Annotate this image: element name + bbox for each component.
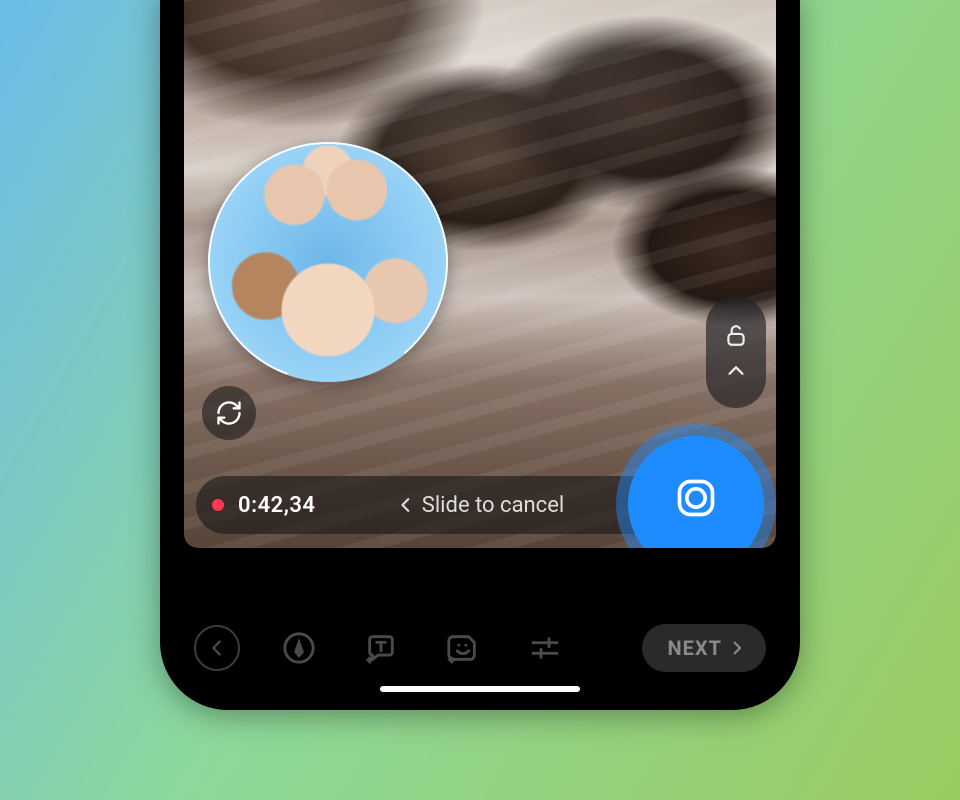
recording-indicator-dot [212,499,224,511]
back-button[interactable] [194,625,240,671]
bottom-toolbar: NEXT [170,620,790,676]
flip-camera-button[interactable] [202,386,256,440]
sync-icon [215,399,243,427]
chevron-left-icon [206,637,228,659]
next-button[interactable]: NEXT [642,624,766,672]
add-sticker-button[interactable] [440,625,486,671]
media-canvas[interactable]: 0:42,34 Slide to cancel [184,0,776,548]
sliders-icon [529,632,561,664]
phone-frame: 0:42,34 Slide to cancel [160,0,800,710]
lock-slider[interactable] [706,296,766,408]
lock-open-icon [723,322,749,348]
phone-screen: 0:42,34 Slide to cancel [170,0,790,700]
slide-to-cancel[interactable]: Slide to cancel [396,493,564,518]
text-add-icon [364,631,398,665]
recording-timer: 0:42,34 [238,493,316,518]
slide-to-cancel-label: Slide to cancel [422,493,564,518]
chevron-left-icon [396,493,416,517]
camera-shutter-icon [674,476,718,520]
home-indicator[interactable] [380,686,580,692]
pip-selfie[interactable] [208,142,448,382]
chevron-right-icon [728,639,746,657]
draw-button[interactable] [276,625,322,671]
add-text-button[interactable] [358,625,404,671]
sticker-add-icon [446,631,480,665]
adjust-button[interactable] [522,625,568,671]
next-button-label: NEXT [668,636,722,660]
chevron-up-icon [725,360,747,382]
pen-icon [282,631,316,665]
pip-image [208,142,448,382]
